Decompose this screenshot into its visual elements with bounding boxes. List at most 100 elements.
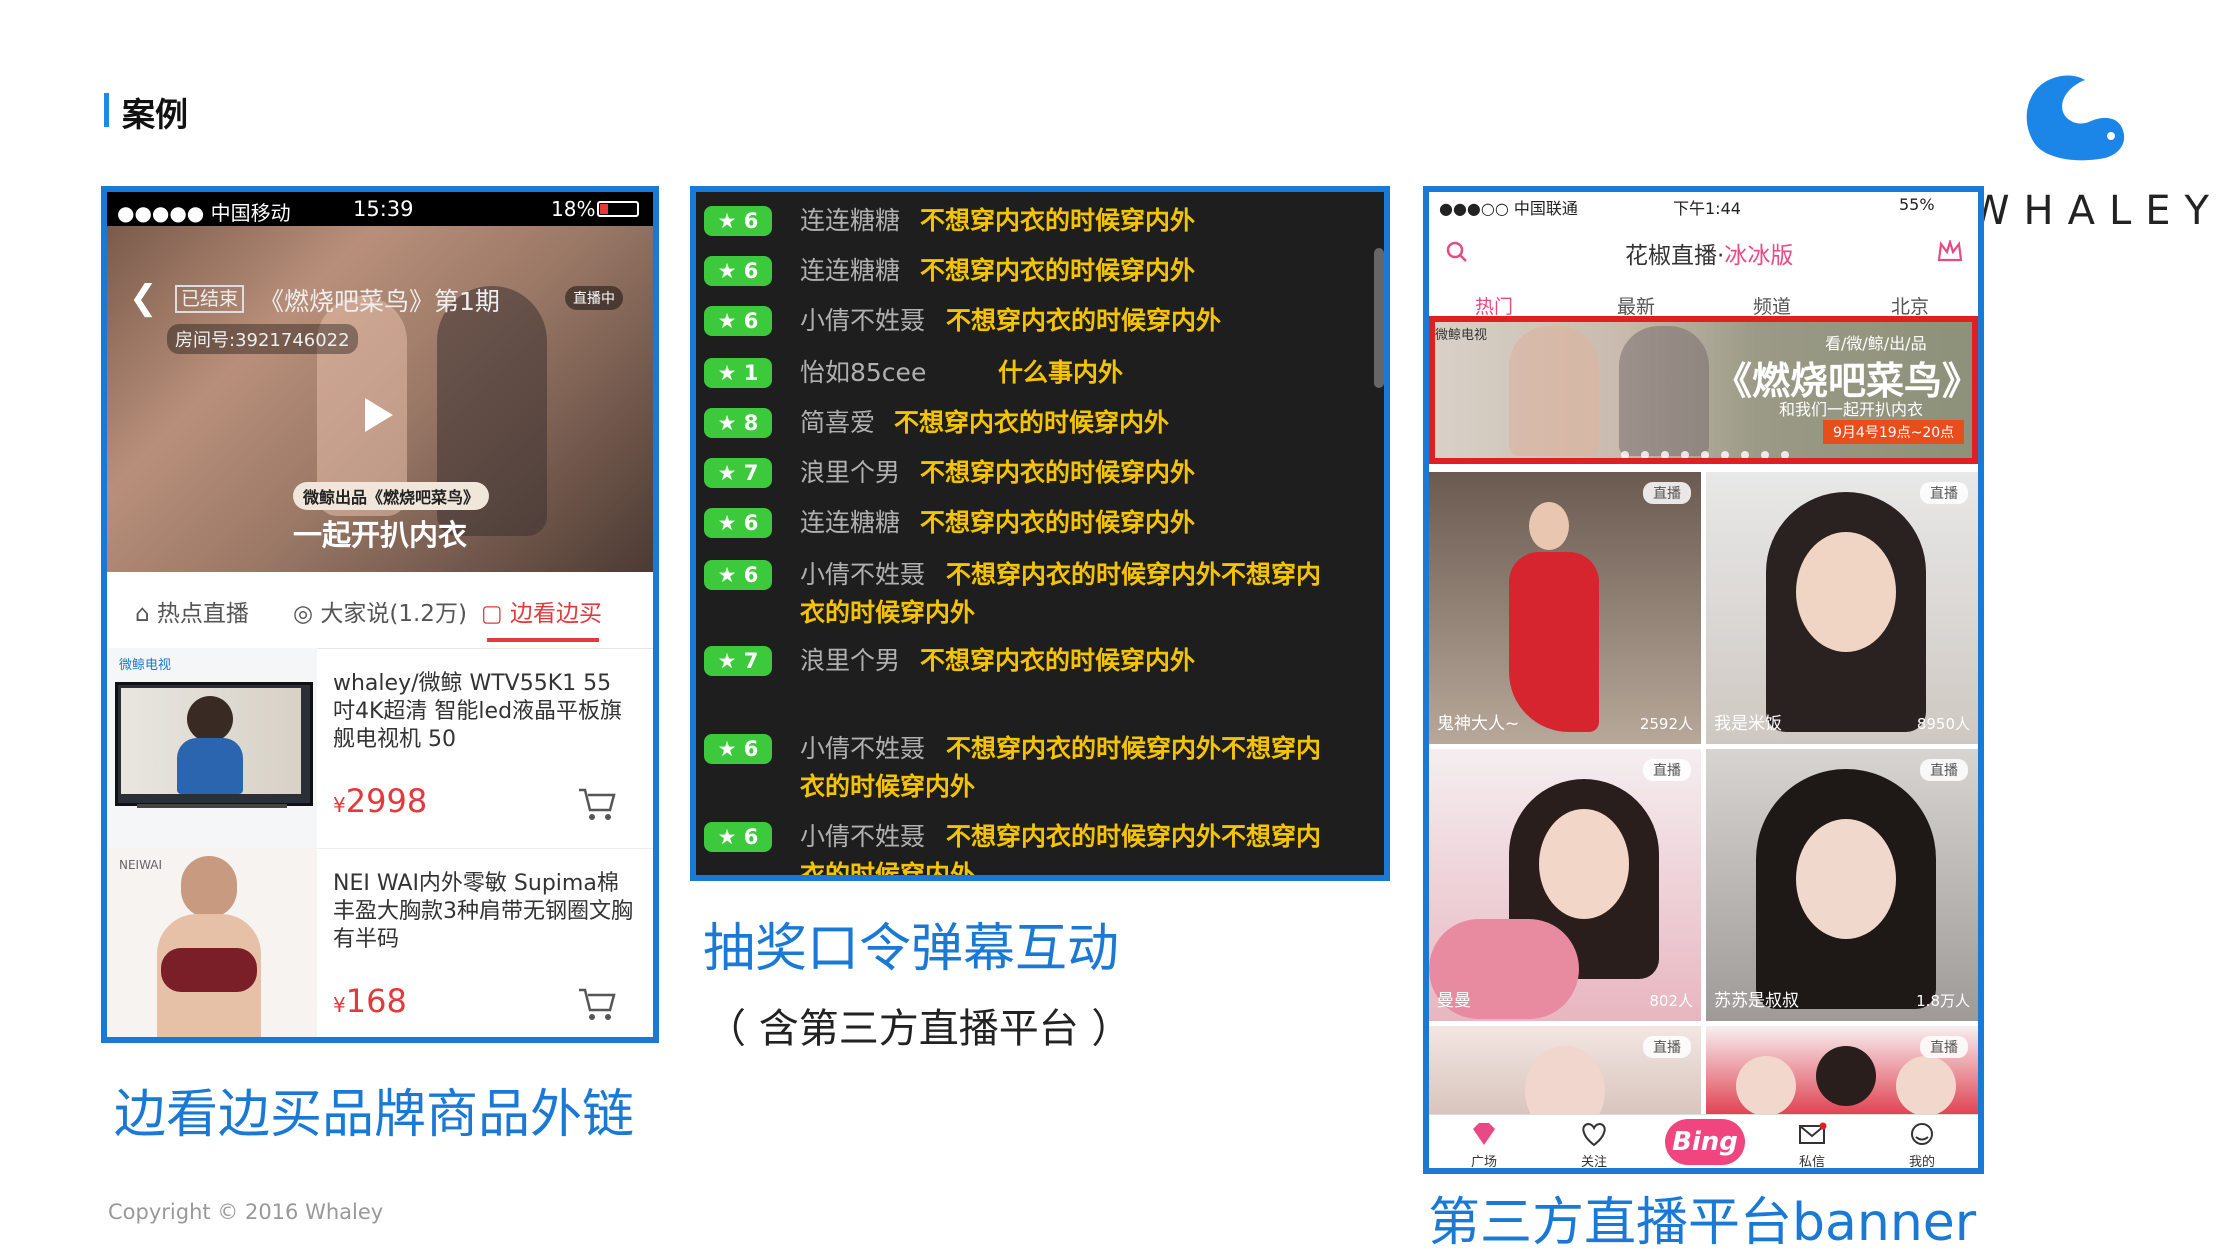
live-tile[interactable]: 直播 苏苏是叔叔 1.8万人 bbox=[1706, 749, 1978, 1021]
danmu-comment: ★ 6 连连糖糖 不想穿内衣的时候穿内外 bbox=[704, 252, 1374, 292]
live-tile[interactable]: 直播 鬼神大人~ 2592人 bbox=[1429, 472, 1701, 744]
danmu-user: 浪里个男 bbox=[800, 458, 901, 487]
bing-live-button[interactable]: Bing bbox=[1665, 1119, 1745, 1165]
viewer-count: 802人 bbox=[1649, 992, 1693, 1010]
level-badge: ★ 6 bbox=[704, 560, 772, 590]
host-name: 我是米饭 bbox=[1714, 714, 1782, 734]
danmu-comment: ★ 6 小倩不姓聂 不想穿内衣的时候穿内外不想穿内 衣的时候穿内外 bbox=[704, 818, 1374, 875]
danmu-comment: ★ 1 怡如85cee 什么事内外 bbox=[704, 354, 1374, 394]
play-icon[interactable] bbox=[365, 398, 393, 432]
whaley-logo-icon bbox=[2026, 75, 2125, 161]
chat-icon: ◎ bbox=[293, 601, 321, 627]
nav-messages[interactable]: 私信 bbox=[1777, 1122, 1847, 1168]
viewer-count: 2592人 bbox=[1639, 715, 1693, 733]
bra-product-image: NEIWAI bbox=[107, 848, 317, 1037]
danmu-panel: ★ 6 连连糖糖 不想穿内衣的时候穿内外 ★ 6 连连糖糖 不想穿内衣的时候穿内外 ★ 6小… bbox=[690, 186, 1390, 881]
product-name: NEI WAI内外零敏 Supima棉丰盈大胸款3种肩带无钢圈文胸 有半码 bbox=[333, 871, 633, 952]
tab-shop[interactable]: ▢ 边看边买 bbox=[481, 594, 602, 628]
danmu-comment: ★ 6 小倩不姓聂 不想穿内衣的时候穿内外不想穿内衣的时候穿内外 bbox=[704, 556, 1374, 636]
danmu-user: 简喜爱 bbox=[800, 408, 876, 437]
live-badge: 直播 bbox=[1643, 759, 1691, 781]
viewer-count: 8950人 bbox=[1916, 715, 1970, 733]
cart-icon[interactable] bbox=[577, 986, 617, 1022]
profile-icon bbox=[1911, 1123, 1933, 1145]
tab-latest[interactable]: 最新 bbox=[1617, 292, 1655, 319]
live-platform-panel: ●●●○○ 中国联通 下午1:44 55% 花椒直播·冰冰版 热门 最新 频道 … bbox=[1423, 186, 1984, 1174]
tab-hot[interactable]: 热门 bbox=[1475, 292, 1513, 319]
status-bar: ●●●○○ 中国联通 下午1:44 55% bbox=[1429, 192, 1978, 218]
host-name: 苏苏是叔叔 bbox=[1714, 991, 1799, 1011]
nav-follow[interactable]: 关注 bbox=[1559, 1122, 1629, 1168]
caption-danmu: 抽奖口令弹幕互动 bbox=[703, 919, 1120, 979]
copyright-text: Copyright © 2016 Whaley bbox=[108, 1200, 384, 1224]
crown-icon[interactable] bbox=[1937, 240, 1963, 262]
danmu-comment: ★ 7 浪里个男 不想穿内衣的时候穿内外 bbox=[704, 642, 1374, 682]
caption-banner: 第三方直播平台banner bbox=[1428, 1193, 1977, 1253]
mail-icon bbox=[1799, 1122, 1827, 1144]
room-number: 房间号:3921746022 bbox=[167, 324, 358, 354]
video-player[interactable]: ❮ 已结束 《燃烧吧菜鸟》第1期 房间号:3921746022 直播中 微鲸出品… bbox=[107, 226, 653, 572]
level-badge: ★ 6 bbox=[704, 206, 772, 236]
product-price: ¥168 bbox=[333, 982, 407, 1020]
tab-comments[interactable]: ◎ 大家说(1.2万) bbox=[293, 594, 467, 628]
carrier: ●●●●● 中国移动 bbox=[117, 201, 291, 225]
battery-level: 55% bbox=[1899, 195, 1935, 214]
clock: 下午1:44 bbox=[1673, 199, 1741, 218]
danmu-comment: ★ 6 连连糖糖 不想穿内衣的时候穿内外 bbox=[704, 202, 1374, 242]
danmu-user: 小倩不姓聂 bbox=[800, 560, 926, 589]
app-title: 花椒直播·冰冰版 bbox=[1625, 243, 1794, 269]
danmu-message-cont: 衣的时候穿内外 bbox=[800, 772, 976, 801]
live-badge: 直播 bbox=[1643, 482, 1691, 504]
scrollbar[interactable] bbox=[1374, 248, 1384, 388]
danmu-message: 什么事内外 bbox=[998, 358, 1124, 387]
product-price: ¥2998 bbox=[333, 782, 428, 820]
danmu-user: 小倩不姓聂 bbox=[800, 734, 926, 763]
danmu-user: 怡如85cee bbox=[800, 358, 927, 387]
cart-icon[interactable] bbox=[577, 786, 617, 822]
product-card[interactable]: 微鲸电视 whaley/微鲸 WTV55K1 55吋4K超清 智能led液晶平板… bbox=[107, 648, 653, 849]
nav-profile[interactable]: 我的 bbox=[1887, 1123, 1957, 1168]
logo-wordmark: WHALEY bbox=[1970, 188, 2223, 234]
live-badge: 直播 bbox=[1643, 1036, 1691, 1058]
live-badge: 直播中 bbox=[565, 286, 623, 310]
danmu-message: 不想穿内衣的时候穿内外 bbox=[946, 306, 1222, 335]
danmu-user: 连连糖糖 bbox=[800, 206, 901, 235]
level-badge: ★ 7 bbox=[704, 458, 772, 488]
level-badge: ★ 6 bbox=[704, 306, 772, 336]
danmu-message: 不想穿内衣的时候穿内外 bbox=[920, 206, 1196, 235]
level-badge: ★ 8 bbox=[704, 408, 772, 438]
danmu-comment: ★ 6 小倩不姓聂 不想穿内衣的时候穿内外不想穿内 衣的时候穿内外 bbox=[704, 730, 1374, 810]
danmu-message: 不想穿内衣的时候穿内外 bbox=[920, 508, 1196, 537]
heart-icon bbox=[1582, 1122, 1606, 1147]
video-slogan: 一起开扒内衣 bbox=[293, 518, 468, 552]
back-icon[interactable]: ❮ bbox=[129, 278, 158, 318]
danmu-comment: ★ 7 浪里个男 不想穿内衣的时候穿内外 bbox=[704, 454, 1374, 494]
tv-product-image: 微鲸电视 bbox=[107, 648, 317, 848]
level-badge: ★ 7 bbox=[704, 646, 772, 676]
host-name: 鬼神大人~ bbox=[1437, 714, 1520, 734]
danmu-message: 不想穿内衣的时候穿内外不想穿内 bbox=[946, 560, 1322, 589]
live-tile[interactable]: 直播 bbox=[1429, 1026, 1701, 1116]
product-card[interactable]: NEIWAI NEI WAI内外零敏 Supima棉丰盈大胸款3种肩带无钢圈文胸… bbox=[107, 848, 653, 1037]
tab-bar: ⌂ 热点直播 ◎ 大家说(1.2万) ▢ 边看边买 bbox=[107, 572, 653, 649]
danmu-comment: ★ 6 连连糖糖 不想穿内衣的时候穿内外 bbox=[704, 504, 1374, 544]
status-bar: ●●●●● 中国移动 15:39 18% bbox=[107, 192, 653, 226]
nav-square[interactable]: 广场 bbox=[1449, 1123, 1519, 1168]
tab-hot-live[interactable]: ⌂ 热点直播 bbox=[135, 594, 249, 628]
danmu-message-cont: 衣的时候穿内外 bbox=[800, 598, 976, 627]
danmu-message: 不想穿内衣的时候穿内外 bbox=[894, 408, 1170, 437]
live-tile[interactable]: 直播 bbox=[1706, 1026, 1978, 1116]
danmu-user: 小倩不姓聂 bbox=[800, 306, 926, 335]
bottom-nav: 广场 关注 Bing 私信 我的 bbox=[1429, 1114, 1978, 1168]
host-name: 曼曼 bbox=[1437, 991, 1471, 1011]
title-accent-bar bbox=[104, 93, 109, 127]
viewer-count: 1.8万人 bbox=[1916, 992, 1970, 1010]
tab-beijing[interactable]: 北京 bbox=[1891, 292, 1929, 319]
live-tile[interactable]: 直播 我是米饭 8950人 bbox=[1706, 472, 1978, 744]
live-badge: 直播 bbox=[1920, 759, 1968, 781]
live-tile[interactable]: 直播 曼曼 802人 bbox=[1429, 749, 1701, 1021]
search-icon[interactable] bbox=[1445, 240, 1469, 264]
level-badge: ★ 6 bbox=[704, 256, 772, 286]
tab-channel[interactable]: 频道 bbox=[1753, 292, 1791, 319]
banner-highlight-box bbox=[1429, 316, 1978, 464]
